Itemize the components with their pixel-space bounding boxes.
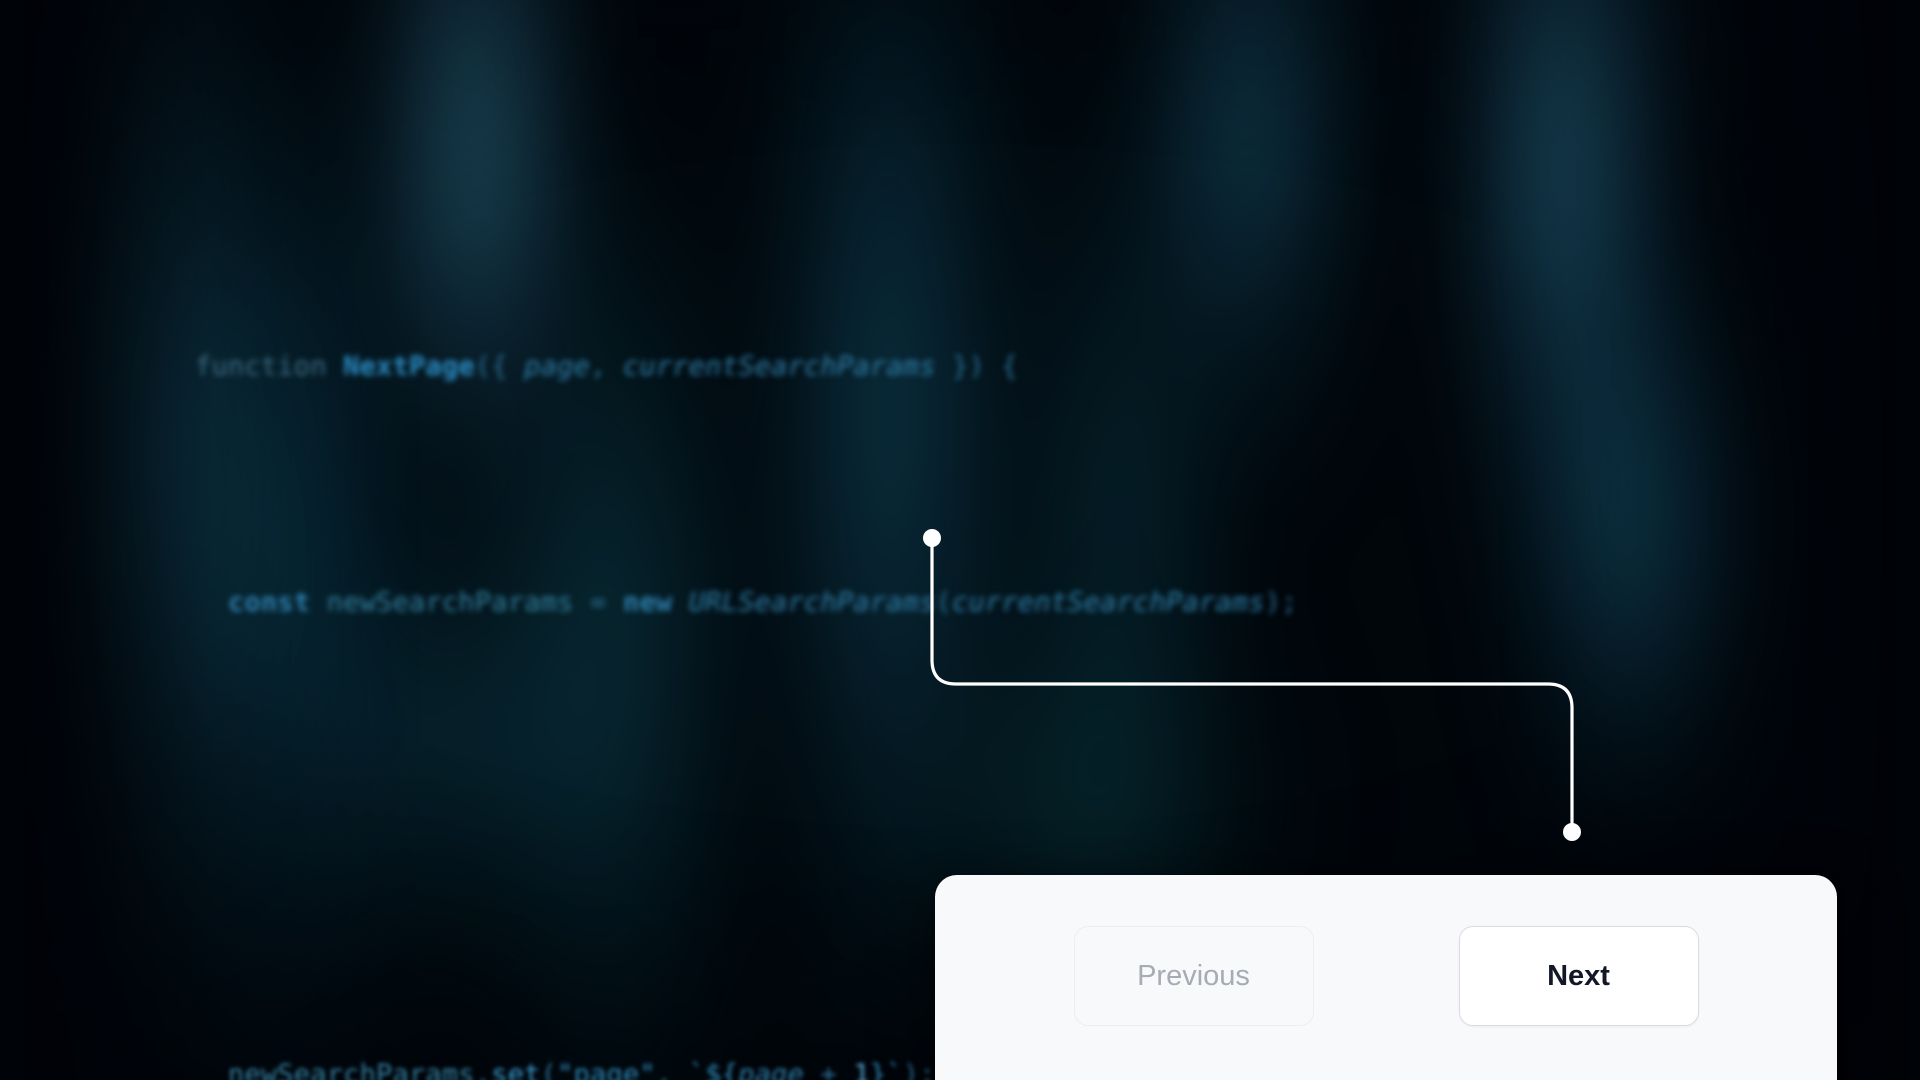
code-token-indent xyxy=(195,587,228,618)
code-token-punctuation: ( xyxy=(935,587,953,618)
code-token-param: currentSearchParams xyxy=(622,351,936,382)
code-token-function-name: NextPage xyxy=(343,351,475,382)
code-line-2: const newSearchParams = new URLSearchPar… xyxy=(195,573,1298,632)
next-button[interactable]: Next xyxy=(1458,926,1699,1026)
pagination-card: Previous Next xyxy=(935,875,1837,1080)
code-token-template-open: `${ xyxy=(688,1059,739,1080)
pagination-controls: Previous Next xyxy=(935,926,1837,1026)
code-token-variable: newSearchParams xyxy=(310,587,590,618)
code-token-punctuation: ( xyxy=(540,1059,558,1080)
code-token-punctuation: , xyxy=(655,1059,689,1080)
code-token-operator: + xyxy=(803,1059,854,1080)
code-token-object: newSearchParams xyxy=(227,1059,475,1080)
code-token-param: page xyxy=(524,351,590,382)
code-line-1: function NextPage({ page, currentSearchP… xyxy=(195,337,1298,396)
code-token-punctuation: }) { xyxy=(935,351,1018,382)
code-token-punctuation: ); xyxy=(1264,587,1298,618)
previous-button[interactable]: Previous xyxy=(1073,926,1314,1026)
code-token-variable: page xyxy=(738,1059,804,1080)
code-token-keyword: const xyxy=(227,587,311,618)
background-streak xyxy=(1540,170,1740,870)
code-token-indent xyxy=(195,1059,228,1080)
code-token-keyword: function xyxy=(195,351,327,382)
code-line-3-blank xyxy=(195,809,1298,868)
code-token-method: set xyxy=(491,1059,541,1080)
code-token-argument: currentSearchParams xyxy=(952,587,1265,618)
code-token-number: 1 xyxy=(853,1059,870,1080)
code-token-punctuation: ); xyxy=(902,1059,936,1080)
code-token-dot: . xyxy=(474,1059,492,1080)
code-token-operator: = xyxy=(589,587,623,618)
code-token-string: "page" xyxy=(557,1059,656,1080)
code-token-punctuation: ({ xyxy=(474,351,525,382)
code-token-class: URLSearchParams xyxy=(672,587,936,618)
code-token-keyword: new xyxy=(622,587,673,618)
code-token-punctuation: , xyxy=(589,351,623,382)
code-token-template-close: }` xyxy=(869,1059,903,1080)
screenshot-stage: function NextPage({ page, currentSearchP… xyxy=(0,0,1920,1080)
